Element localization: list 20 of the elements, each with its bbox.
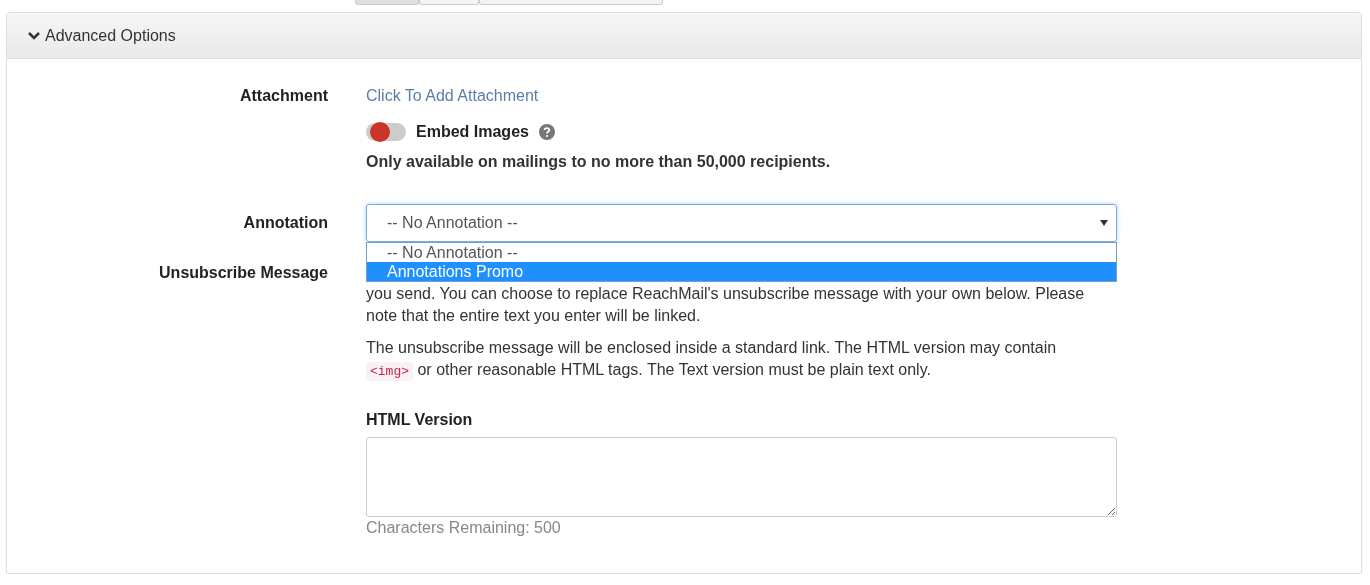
- characters-remaining: Characters Remaining: 500: [366, 519, 561, 537]
- field-label: Annotation: [243, 214, 328, 231]
- toolbar-button[interactable]: [419, 0, 479, 5]
- field-label: Attachment: [240, 87, 328, 104]
- help-icon[interactable]: [538, 124, 555, 140]
- panel-title: Advanced Options: [45, 26, 176, 45]
- toggle-switch[interactable]: [366, 123, 406, 141]
- panel-header[interactable]: Advanced Options: [7, 13, 1361, 59]
- toolbar-button[interactable]: [355, 0, 419, 5]
- help-paragraph: The unsubscribe message will be enclosed inside a standard link. The HTML version may contain <img> or other reasonable HTML tags. The Text version must be plain text only.: [366, 338, 1058, 383]
- field-label: Unsubscribe Message: [159, 264, 328, 281]
- annotation-select[interactable]: -- No Annotation --: [366, 204, 1117, 242]
- caret-icon: [1100, 220, 1108, 226]
- help-paragraph: you send. You can choose to replace ReachMail's unsubscribe message with your own below. Please note that the entire text you enter will be linked.: [366, 284, 1086, 326]
- limit-note: Only available on mailings to no more than 50,000 recipients.: [366, 153, 831, 171]
- field-label: HTML Version: [366, 411, 473, 429]
- add-attachment-link[interactable]: Click To Add Attachment: [366, 87, 539, 105]
- toolbar-button[interactable]: [479, 0, 663, 5]
- html-version-field[interactable]: [366, 437, 1117, 517]
- toggle-label: Embed Images: [416, 123, 529, 141]
